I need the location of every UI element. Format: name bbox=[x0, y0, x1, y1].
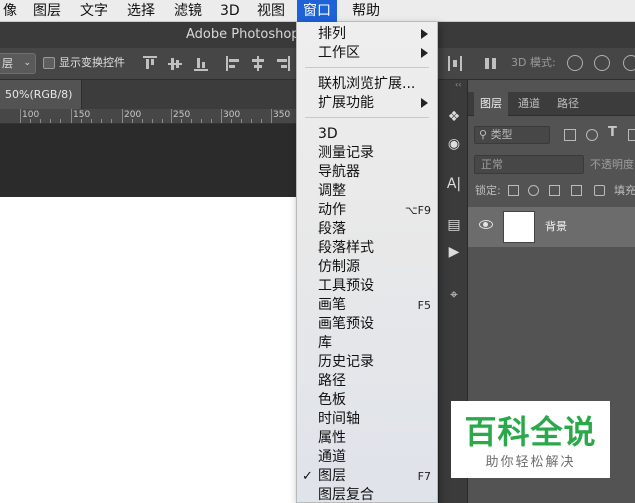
window-menu-dropdown: 排列 工作区 联机浏览扩展... 扩展功能 3D 测量记录 导航器 调整 动作 ⌥… bbox=[296, 22, 438, 503]
3d-mode-label: 3D 模式: bbox=[511, 56, 556, 69]
menu-item-extensions[interactable]: 扩展功能 bbox=[297, 94, 437, 113]
menu-window[interactable]: 窗口 bbox=[297, 0, 337, 22]
menu-help[interactable]: 帮助 bbox=[346, 0, 386, 22]
shortcut-label: ⌥F9 bbox=[404, 204, 431, 217]
menu-item-layers[interactable]: ✓ 图层 F7 bbox=[297, 467, 437, 486]
menu-item-paragraph[interactable]: 段落 bbox=[297, 220, 437, 239]
chevron-down-icon: ⌄ bbox=[23, 58, 31, 68]
shortcut-label: F5 bbox=[417, 299, 431, 312]
document-tab[interactable]: 50%(RGB/8) bbox=[0, 80, 82, 109]
align-bottom-icon[interactable] bbox=[194, 56, 208, 71]
character-icon[interactable]: A| bbox=[442, 172, 466, 196]
submenu-arrow-icon bbox=[421, 48, 428, 58]
submenu-arrow-icon bbox=[421, 98, 428, 108]
tab-layers[interactable]: 图层 bbox=[474, 92, 508, 116]
watermark-subtitle: 助你轻松解决 bbox=[485, 455, 576, 470]
auto-select-dropdown[interactable]: 层 ⌄ bbox=[0, 53, 36, 74]
eye-icon[interactable] bbox=[479, 220, 493, 229]
filter-adjustment-icon[interactable] bbox=[586, 129, 598, 141]
menu-item-adjustments[interactable]: 调整 bbox=[297, 182, 437, 201]
auto-align-icon[interactable] bbox=[484, 56, 498, 71]
menu-type[interactable]: 文字 bbox=[74, 0, 114, 22]
tab-channels[interactable]: 通道 bbox=[512, 92, 546, 116]
menu-3d[interactable]: 3D bbox=[214, 0, 246, 22]
menu-item-properties[interactable]: 属性 bbox=[297, 429, 437, 448]
layer-row[interactable]: 背景 bbox=[468, 207, 635, 247]
distribute-icon[interactable] bbox=[448, 56, 462, 71]
menu-separator bbox=[305, 67, 429, 68]
shortcut-label: F7 bbox=[417, 470, 431, 483]
menu-item-actions[interactable]: 动作 ⌥F9 bbox=[297, 201, 437, 220]
menu-view[interactable]: 视图 bbox=[251, 0, 291, 22]
menu-item-workspace[interactable]: 工作区 bbox=[297, 44, 437, 63]
filter-shape-icon[interactable] bbox=[628, 129, 635, 141]
lock-all-icon[interactable] bbox=[594, 185, 605, 196]
crop-icon[interactable]: ⌖ bbox=[442, 283, 466, 307]
layer-name: 背景 bbox=[545, 220, 567, 233]
show-transform-checkbox[interactable] bbox=[43, 57, 55, 69]
kind-filter-dropdown[interactable]: ⚲ 类型 bbox=[474, 126, 550, 144]
blend-mode-dropdown[interactable]: 正常 bbox=[474, 155, 584, 174]
search-icon: ⚲ bbox=[479, 128, 488, 141]
lock-transparent-icon[interactable] bbox=[508, 185, 519, 196]
menu-item-channels[interactable]: 通道 bbox=[297, 448, 437, 467]
app-title: Adobe Photoshop bbox=[186, 27, 300, 42]
fill-label: 填充 bbox=[614, 184, 635, 197]
submenu-arrow-icon bbox=[421, 29, 428, 39]
opacity-label: 不透明度 bbox=[590, 158, 634, 171]
align-right-icon[interactable] bbox=[276, 56, 290, 71]
paragraph-icon[interactable]: ▤ bbox=[442, 213, 466, 237]
menu-item-libraries[interactable]: 库 bbox=[297, 334, 437, 353]
filter-type-icon[interactable]: T bbox=[608, 125, 617, 140]
layer-thumbnail bbox=[503, 211, 535, 243]
3d-rotate-icon[interactable] bbox=[567, 55, 583, 71]
menu-item-clone-source[interactable]: 仿制源 bbox=[297, 258, 437, 277]
menu-item-history[interactable]: 历史记录 bbox=[297, 353, 437, 372]
menu-item-3d[interactable]: 3D bbox=[297, 125, 437, 144]
menu-filter[interactable]: 滤镜 bbox=[168, 0, 208, 22]
auto-select-value: 层 bbox=[2, 57, 13, 70]
menu-item-tool-presets[interactable]: 工具预设 bbox=[297, 277, 437, 296]
menu-select[interactable]: 选择 bbox=[121, 0, 161, 22]
info-icon[interactable]: ◉ bbox=[442, 132, 466, 156]
menu-item-layer-comps[interactable]: 图层复合 bbox=[297, 486, 437, 502]
align-left-icon[interactable] bbox=[226, 56, 240, 71]
kind-filter-value: 类型 bbox=[490, 128, 513, 141]
menu-item-measurement-log[interactable]: 测量记录 bbox=[297, 144, 437, 163]
panel-tabs: 图层 通道 路径 bbox=[468, 92, 635, 116]
lock-artboard-icon[interactable] bbox=[571, 185, 582, 196]
watermark-title: 百科全说 bbox=[464, 413, 597, 451]
menu-separator bbox=[305, 117, 429, 118]
play-actions-icon[interactable]: ▶ bbox=[442, 240, 466, 264]
menu-item-arrange[interactable]: 排列 bbox=[297, 25, 437, 44]
menu-item-browse-extensions[interactable]: 联机浏览扩展... bbox=[297, 75, 437, 94]
menu-item-navigator[interactable]: 导航器 bbox=[297, 163, 437, 182]
filter-pixel-icon[interactable] bbox=[564, 129, 576, 141]
align-vertical-center-icon[interactable] bbox=[168, 56, 182, 71]
show-transform-label: 显示变换控件 bbox=[59, 56, 125, 69]
ruler-label: 350 bbox=[273, 110, 291, 120]
align-top-icon[interactable] bbox=[143, 56, 157, 71]
puzzle-icon[interactable]: ❖ bbox=[442, 105, 466, 129]
menu-item-paths[interactable]: 路径 bbox=[297, 372, 437, 391]
tab-paths[interactable]: 路径 bbox=[551, 92, 585, 116]
menu-item-timeline[interactable]: 时间轴 bbox=[297, 410, 437, 429]
lock-pixels-icon[interactable] bbox=[528, 185, 539, 196]
menu-bar: 像 图层 文字 选择 滤镜 3D 视图 窗口 帮助 bbox=[0, 0, 635, 22]
lock-label: 锁定: bbox=[475, 184, 501, 197]
checkmark-icon: ✓ bbox=[302, 469, 313, 484]
menu-image[interactable]: 像 bbox=[0, 0, 23, 22]
lock-position-icon[interactable] bbox=[549, 185, 560, 196]
collapse-panels-icon[interactable]: ‹‹ bbox=[455, 80, 461, 89]
menu-item-brush-presets[interactable]: 画笔预设 bbox=[297, 315, 437, 334]
menu-layer[interactable]: 图层 bbox=[27, 0, 67, 22]
watermark-logo: 百科全说 助你轻松解决 bbox=[451, 401, 610, 478]
3d-pan-icon[interactable] bbox=[623, 55, 635, 71]
menu-item-brush[interactable]: 画笔 F5 bbox=[297, 296, 437, 315]
3d-roll-icon[interactable] bbox=[594, 55, 610, 71]
menu-item-paragraph-styles[interactable]: 段落样式 bbox=[297, 239, 437, 258]
align-horizontal-center-icon[interactable] bbox=[251, 56, 265, 71]
menu-item-swatches[interactable]: 色板 bbox=[297, 391, 437, 410]
